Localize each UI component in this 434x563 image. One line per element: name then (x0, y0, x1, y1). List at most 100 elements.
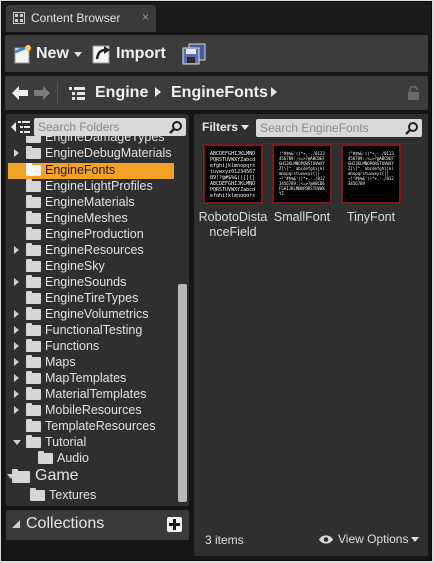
sources-panel: Search Folders EngineDamageTypes EngineD… (6, 114, 189, 506)
folder-icon (12, 469, 30, 483)
folder-open-icon (26, 163, 41, 176)
folder-icon (38, 451, 53, 464)
lock-icon[interactable] (407, 86, 420, 100)
tab-close-button[interactable]: × (142, 10, 149, 24)
collapse-sources-icon[interactable] (10, 120, 30, 134)
tree-item-enginetiretypes[interactable]: EngineTireTypes (6, 291, 176, 307)
expand-arrow-icon[interactable] (14, 278, 19, 286)
folder-icon (26, 179, 41, 192)
folder-icon (26, 323, 41, 336)
collapse-triangle-icon[interactable] (11, 519, 21, 529)
tree-item-templateresources[interactable]: TemplateResources (6, 419, 176, 435)
folder-icon (26, 275, 41, 288)
search-icon (169, 121, 182, 134)
breadcrumb-enginefonts[interactable]: EngineFonts (171, 84, 268, 102)
back-arrow-icon[interactable] (11, 85, 29, 101)
folder-icon (26, 227, 41, 240)
toolbar: New Import (5, 35, 428, 72)
new-button[interactable]: New (11, 42, 82, 66)
tree-item-enginesky[interactable]: EngineSky (6, 259, 176, 275)
import-icon (92, 45, 110, 64)
breadcrumb-engine[interactable]: Engine (95, 84, 148, 102)
tree-item-enginesounds[interactable]: EngineSounds (6, 275, 176, 291)
content-browser-icon (13, 12, 25, 24)
folder-search-input[interactable]: Search Folders (34, 118, 186, 136)
folder-icon (26, 195, 41, 208)
expand-arrow-icon[interactable] (14, 326, 19, 334)
tree-item-enginedebugmaterials[interactable]: EngineDebugMaterials (6, 146, 176, 162)
collapse-arrow-icon[interactable] (13, 440, 21, 445)
tree-item-label: MapTemplates (45, 371, 127, 385)
import-button-label: Import (116, 45, 166, 62)
tree-root-game[interactable]: Game (6, 467, 176, 487)
font-texture-preview: !"#$%&'()*+,-./0123456789:;<=>?@ABCDEFGH… (348, 151, 394, 186)
tree-item-maps[interactable]: Maps (6, 355, 176, 371)
tree-item-materialtemplates[interactable]: MaterialTemplates (6, 387, 176, 403)
collections-panel: Collections (6, 510, 189, 540)
asset-search-input[interactable]: Search EngineFonts (256, 119, 422, 137)
eye-icon (319, 534, 333, 544)
tab-content-browser[interactable]: Content Browser × (6, 5, 156, 32)
collections-label: Collections (26, 515, 105, 532)
tree-item-enginedamagetypes[interactable]: EngineDamageTypes (6, 136, 176, 146)
tree-item-audio[interactable]: Audio (6, 451, 176, 467)
tree-root-label: Game (35, 467, 79, 484)
filters-button[interactable]: Filters (202, 120, 250, 134)
tree-item-maptemplates[interactable]: MapTemplates (6, 371, 176, 387)
search-icon (405, 122, 418, 135)
tree-item-label: EngineVolumetrics (45, 307, 149, 321)
breadcrumb-separator-icon[interactable] (155, 87, 161, 97)
folder-icon (26, 146, 41, 159)
folder-tree-scrollbar[interactable] (178, 284, 187, 502)
font-texture-preview: !"#$%&'()*+,-./0123456789:;<=>?@ABCDEFGH… (279, 151, 325, 196)
tree-item-engineresources[interactable]: EngineResources (6, 243, 176, 259)
view-options-button[interactable]: View Options (318, 532, 420, 546)
folder-icon (26, 243, 41, 256)
expand-arrow-icon[interactable] (14, 310, 19, 318)
tree-item-label: EngineProduction (45, 227, 144, 241)
expand-arrow-icon[interactable] (14, 390, 19, 398)
tree-item-mobileresources[interactable]: MobileResources (6, 403, 176, 419)
tree-item-enginelightprofiles[interactable]: EngineLightProfiles (6, 179, 176, 195)
expand-arrow-icon[interactable] (14, 406, 19, 414)
breadcrumb-separator-icon[interactable] (271, 87, 277, 97)
asset-name: TinyFont (346, 210, 396, 224)
import-button[interactable]: Import (91, 42, 166, 66)
expand-arrow-icon[interactable] (14, 342, 19, 350)
tree-item-enginevolumetrics[interactable]: EngineVolumetrics (6, 307, 176, 323)
add-collection-button[interactable] (167, 517, 182, 532)
tab-title: Content Browser (31, 11, 121, 25)
save-all-button[interactable] (181, 42, 207, 66)
new-dropdown-caret-icon (73, 51, 82, 57)
tree-item-textures[interactable]: Textures (6, 488, 176, 502)
tree-item-tutorial[interactable]: Tutorial (6, 435, 176, 451)
tab-strip: Content Browser × (2, 2, 431, 32)
asset-name: RobotoDistanceField (198, 210, 268, 239)
expand-arrow-icon[interactable] (14, 246, 19, 254)
new-button-label: New (36, 45, 69, 62)
tree-item-label: Maps (45, 355, 76, 369)
filters-label: Filters (202, 120, 239, 134)
expand-arrow-icon[interactable] (14, 358, 19, 366)
tree-item-enginefonts[interactable]: EngineFonts (8, 163, 174, 179)
asset-thumbnail: !"#$%&'()*+,-./0123456789:;<=>?@ABCDEFGH… (341, 144, 401, 204)
folder-icon (26, 403, 41, 416)
forward-arrow-icon[interactable] (33, 85, 51, 101)
tree-item-engineproduction[interactable]: EngineProduction (6, 227, 176, 243)
tree-item-enginemeshes[interactable]: EngineMeshes (6, 211, 176, 227)
tree-item-label: EngineLightProfiles (45, 179, 153, 193)
navigation-bar: Engine EngineFonts (5, 76, 428, 110)
folder-icon (30, 488, 45, 501)
tree-item-enginematerials[interactable]: EngineMaterials (6, 195, 176, 211)
expand-arrow-icon[interactable] (14, 149, 19, 157)
tree-item-functions[interactable]: Functions (6, 339, 176, 355)
folder-icon (26, 355, 41, 368)
tree-item-functionaltesting[interactable]: FunctionalTesting (6, 323, 176, 339)
tree-item-label: FunctionalTesting (45, 323, 143, 337)
tree-item-label: EngineResources (45, 243, 144, 257)
tree-item-label: EngineSounds (45, 275, 127, 289)
font-texture-preview: ABCDEFGHIJKLMNOPQRSTUVWXYZabcdefghijklmn… (210, 151, 256, 197)
folder-tree-icon[interactable] (69, 87, 85, 100)
save-all-icon (182, 43, 206, 65)
expand-arrow-icon[interactable] (14, 374, 19, 382)
